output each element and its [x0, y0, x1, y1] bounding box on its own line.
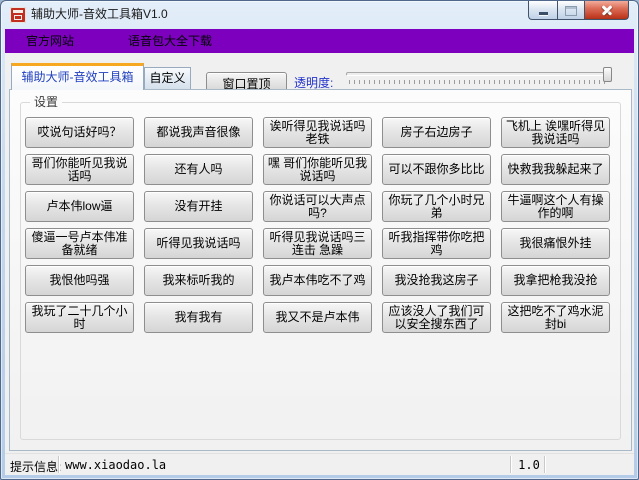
title-bar[interactable]: 辅助大师-音效工具箱V1.0 — [1, 1, 638, 29]
minimize-icon — [539, 12, 548, 15]
app-icon[interactable] — [10, 7, 26, 23]
opacity-slider[interactable] — [344, 63, 614, 89]
status-separator — [510, 456, 511, 473]
status-label: 提示信息: — [10, 458, 61, 475]
maximize-icon — [565, 6, 577, 16]
minimize-button[interactable] — [528, 1, 557, 20]
menu-item-official-site[interactable]: 官方网站 — [16, 29, 84, 53]
close-icon — [600, 3, 614, 17]
sound-button[interactable]: 这把吃不了鸡水泥封bi — [501, 302, 610, 333]
status-separator — [544, 456, 545, 473]
sound-button[interactable]: 哥们你能听见我说话吗 — [25, 154, 134, 185]
sound-button[interactable]: 还有人吗 — [144, 154, 253, 185]
opacity-slider-track[interactable] — [346, 72, 612, 76]
sound-button[interactable]: 诶听得见我说话吗老铁 — [263, 117, 372, 148]
tab-custom[interactable]: 自定义 — [144, 67, 191, 89]
sound-button[interactable]: 我没抢我这房子 — [382, 265, 491, 296]
sound-button[interactable]: 卢本伟low逼 — [25, 191, 134, 222]
status-url: www.xiaodao.la — [65, 458, 166, 472]
sound-button[interactable]: 你玩了几个小时兄弟 — [382, 191, 491, 222]
sound-button[interactable]: 我又不是卢本伟 — [263, 302, 372, 333]
status-bar: 提示信息: www.xiaodao.la 1.0 — [5, 453, 634, 475]
status-separator — [58, 456, 59, 473]
sound-button[interactable]: 听得见我说话吗 — [144, 228, 253, 259]
sound-button[interactable]: 我卢本伟吃不了鸡 — [263, 265, 372, 296]
sound-button[interactable]: 我来标听我的 — [144, 265, 253, 296]
window-title: 辅助大师-音效工具箱V1.0 — [31, 1, 168, 28]
sound-button[interactable]: 听我指挥带你吃把鸡 — [382, 228, 491, 259]
tab-page: 设置 哎说句话好吗？ 都说我声音很像诶听得见我说话吗老铁房子右边房子飞机上 诶嘿听… — [9, 89, 632, 451]
sound-button[interactable]: 都说我声音很像 — [144, 117, 253, 148]
sound-button[interactable]: 房子右边房子 — [382, 117, 491, 148]
sound-button[interactable]: 飞机上 诶嘿听得见我说话吗 — [501, 117, 610, 148]
sound-button[interactable]: 应该没人了我们可以安全搜东西了 — [382, 302, 491, 333]
sound-button[interactable]: 牛逼啊这个人有操作的啊 — [501, 191, 610, 222]
sound-button[interactable]: 我玩了二十几个小时 — [25, 302, 134, 333]
window-controls — [528, 1, 629, 20]
menu-bar: 官方网站 语音包大全下载 — [5, 29, 634, 53]
sound-button[interactable]: 傻逼一号卢本伟准备就绪 — [25, 228, 134, 259]
menu-item-voicepack-download[interactable]: 语音包大全下载 — [118, 29, 222, 53]
sound-button[interactable]: 可以不跟你多比比 — [382, 154, 491, 185]
sound-button[interactable]: 听得见我说话吗三连击 急躁 — [263, 228, 372, 259]
sound-button[interactable]: 我拿把枪我没抢 — [501, 265, 610, 296]
sound-button[interactable]: 我有我有 — [144, 302, 253, 333]
sound-button-grid: 哎说句话好吗？ 都说我声音很像诶听得见我说话吗老铁房子右边房子飞机上 诶嘿听得见我… — [25, 117, 610, 333]
sound-button[interactable]: 没有开挂 — [144, 191, 253, 222]
sound-button[interactable]: 我恨他吗强 — [25, 265, 134, 296]
sound-button[interactable]: 你说话可以大声点吗? — [263, 191, 372, 222]
tab-sound-toolbox[interactable]: 辅助大师-音效工具箱 — [11, 63, 144, 90]
sound-button[interactable]: 我很痛恨外挂 — [501, 228, 610, 259]
close-button[interactable] — [584, 1, 629, 20]
sound-button[interactable]: 哎说句话好吗？ — [25, 117, 134, 148]
opacity-slider-thumb[interactable] — [603, 67, 612, 82]
client-area: 辅助大师-音效工具箱 自定义 窗口置顶 透明度: 设置 哎说句话好吗？都说我声音… — [5, 53, 634, 475]
opacity-slider-ticks — [349, 80, 609, 84]
maximize-button[interactable] — [557, 1, 584, 20]
sound-button[interactable]: 快救我我躲起来了 — [501, 154, 610, 185]
sound-button[interactable]: 嘿 哥们你能听见我说话吗 — [263, 154, 372, 185]
settings-group-label: 设置 — [30, 95, 62, 110]
status-version: 1.0 — [514, 458, 544, 472]
app-window: 辅助大师-音效工具箱V1.0 官方网站 语音包大全下载 辅助大师-音效工具箱 自… — [0, 0, 639, 480]
